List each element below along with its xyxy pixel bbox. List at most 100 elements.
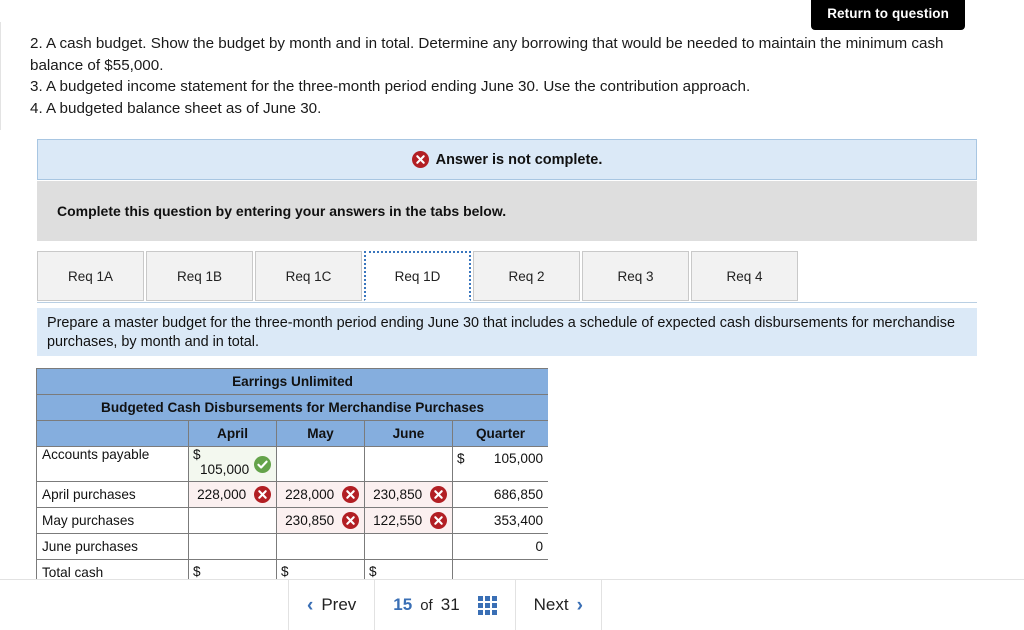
cell-value: 228,000 [197,487,247,502]
question-line-2: 2. A cash budget. Show the budget by mon… [30,35,944,74]
prev-label: Prev [321,595,357,614]
table-row: Total cash $ $ $ [36,559,548,580]
prev-button[interactable]: ‹ Prev [288,580,374,630]
page-of-label: of [420,596,433,614]
next-button[interactable]: Next › [514,580,602,630]
currency-symbol: $ [193,564,201,579]
return-to-question-button[interactable]: Return to question [811,0,965,30]
tab-req-2[interactable]: Req 2 [473,251,580,301]
tab-req-3[interactable]: Req 3 [582,251,689,301]
chevron-right-icon: › [576,594,583,616]
budget-table-container: Earrings Unlimited Budgeted Cash Disburs… [36,368,548,580]
complete-question-instruction-box: Complete this question by entering your … [37,181,977,241]
tab-label: Req 1B [176,268,223,284]
table-subtitle-row: Budgeted Cash Disbursements for Merchand… [36,394,548,421]
cell-accounts-payable-april[interactable]: $ 105,000 [188,446,277,482]
cell-value: 230,850 [285,513,335,528]
current-page-number: 15 [393,595,413,614]
cell-value: 122,550 [373,513,423,528]
cell-april-purchases-june[interactable]: 230,850 [364,481,453,508]
table-header-row: April May June Quarter [36,420,548,447]
next-label: Next [533,595,569,614]
cell-total-cash-may[interactable]: $ [276,559,365,580]
left-edge-divider [0,22,1,130]
budget-table: Earrings Unlimited Budgeted Cash Disburs… [36,368,548,580]
table-subtitle: Budgeted Cash Disbursements for Merchand… [36,394,548,421]
column-header-june: June [364,420,453,447]
cell-may-purchases-quarter: 353,400 [451,507,548,534]
tab-req-1d[interactable]: Req 1D [364,251,471,301]
incorrect-x-icon [342,512,359,529]
table-company-name: Earrings Unlimited [36,368,548,395]
row-label-total-cash: Total cash [36,559,189,580]
answer-status-banner: Answer is not complete. [37,139,977,180]
tab-label: Req 3 [617,268,654,284]
cell-value: 105,000 [493,451,544,466]
answer-status-text: Answer is not complete. [435,151,603,168]
cell-april-purchases-quarter: 686,850 [451,481,548,508]
bottom-navigation-bar: ‹ Prev 15 of 31 Next › [288,580,602,630]
correct-check-icon [254,456,271,473]
grid-menu-icon[interactable] [477,595,497,615]
cell-may-purchases-june[interactable]: 122,550 [364,507,453,534]
cell-accounts-payable-quarter: $ 105,000 [451,446,548,482]
cell-value: 230,850 [373,487,423,502]
cell-total-cash-june[interactable]: $ [364,559,453,580]
incorrect-x-icon [430,486,447,503]
incorrect-x-icon [254,486,271,503]
cell-june-purchases-june[interactable] [364,533,453,560]
chevron-left-icon: ‹ [307,594,314,616]
cell-june-purchases-may[interactable] [276,533,365,560]
cell-may-purchases-april[interactable] [188,507,277,534]
tab-label: Req 4 [726,268,763,284]
cell-june-purchases-april[interactable] [188,533,277,560]
tab-label: Req 1A [67,268,114,284]
cell-accounts-payable-june[interactable] [364,446,453,482]
cell-accounts-payable-may[interactable] [276,446,365,482]
table-row: Accounts payable $ 105,000 $ 105,000 [36,446,548,482]
requirement-instruction-box: Prepare a master budget for the three-mo… [37,308,977,356]
question-line-4: 4. A budgeted balance sheet as of June 3… [30,100,322,118]
column-header-quarter: Quarter [451,420,548,447]
tab-req-1b[interactable]: Req 1B [146,251,253,301]
question-line-3: 3. A budgeted income statement for the t… [30,78,751,96]
tab-label: Req 2 [508,268,545,284]
cell-total-cash-quarter [451,559,548,580]
complete-question-instruction-text: Complete this question by entering your … [57,203,507,219]
cell-value: 105,000 [200,462,250,477]
question-requirements-text: 2. A cash budget. Show the budget by mon… [30,33,960,120]
currency-symbol: $ [457,451,465,466]
tab-label: Req 1C [285,268,332,284]
cell-june-purchases-quarter: 0 [451,533,548,560]
requirement-tabs: Req 1A Req 1B Req 1C Req 1D Req 2 Req 3 … [37,251,977,303]
page-indicator[interactable]: 15 of 31 [374,580,514,630]
cell-value: 228,000 [285,487,335,502]
total-pages-number: 31 [440,595,460,614]
tab-req-1a[interactable]: Req 1A [37,251,144,301]
cell-may-purchases-may[interactable]: 230,850 [276,507,365,534]
table-row: April purchases 228,000 228,000 230,850 … [36,481,548,508]
tabs-bottom-border [37,302,977,303]
page-root: Return to question 2. A cash budget. Sho… [0,0,1024,630]
currency-symbol: $ [281,564,289,579]
incorrect-x-icon [430,512,447,529]
column-header-blank [36,420,189,447]
table-row: June purchases 0 [36,533,548,560]
row-label-june-purchases: June purchases [36,533,189,560]
table-row: May purchases 230,850 122,550 353,400 [36,507,548,534]
column-header-april: April [188,420,277,447]
cell-april-purchases-may[interactable]: 228,000 [276,481,365,508]
error-circle-icon [411,151,429,168]
requirement-instruction-text: Prepare a master budget for the three-mo… [47,315,955,351]
cell-april-purchases-april[interactable]: 228,000 [188,481,277,508]
table-title-row: Earrings Unlimited [36,368,548,395]
currency-symbol: $ [193,447,201,462]
cell-total-cash-april[interactable]: $ [188,559,277,580]
incorrect-x-icon [342,486,359,503]
row-label-may-purchases: May purchases [36,507,189,534]
tab-label: Req 1D [394,268,441,284]
tab-req-1c[interactable]: Req 1C [255,251,362,301]
tab-req-4[interactable]: Req 4 [691,251,798,301]
row-label-accounts-payable: Accounts payable [36,446,189,482]
currency-symbol: $ [369,564,377,579]
